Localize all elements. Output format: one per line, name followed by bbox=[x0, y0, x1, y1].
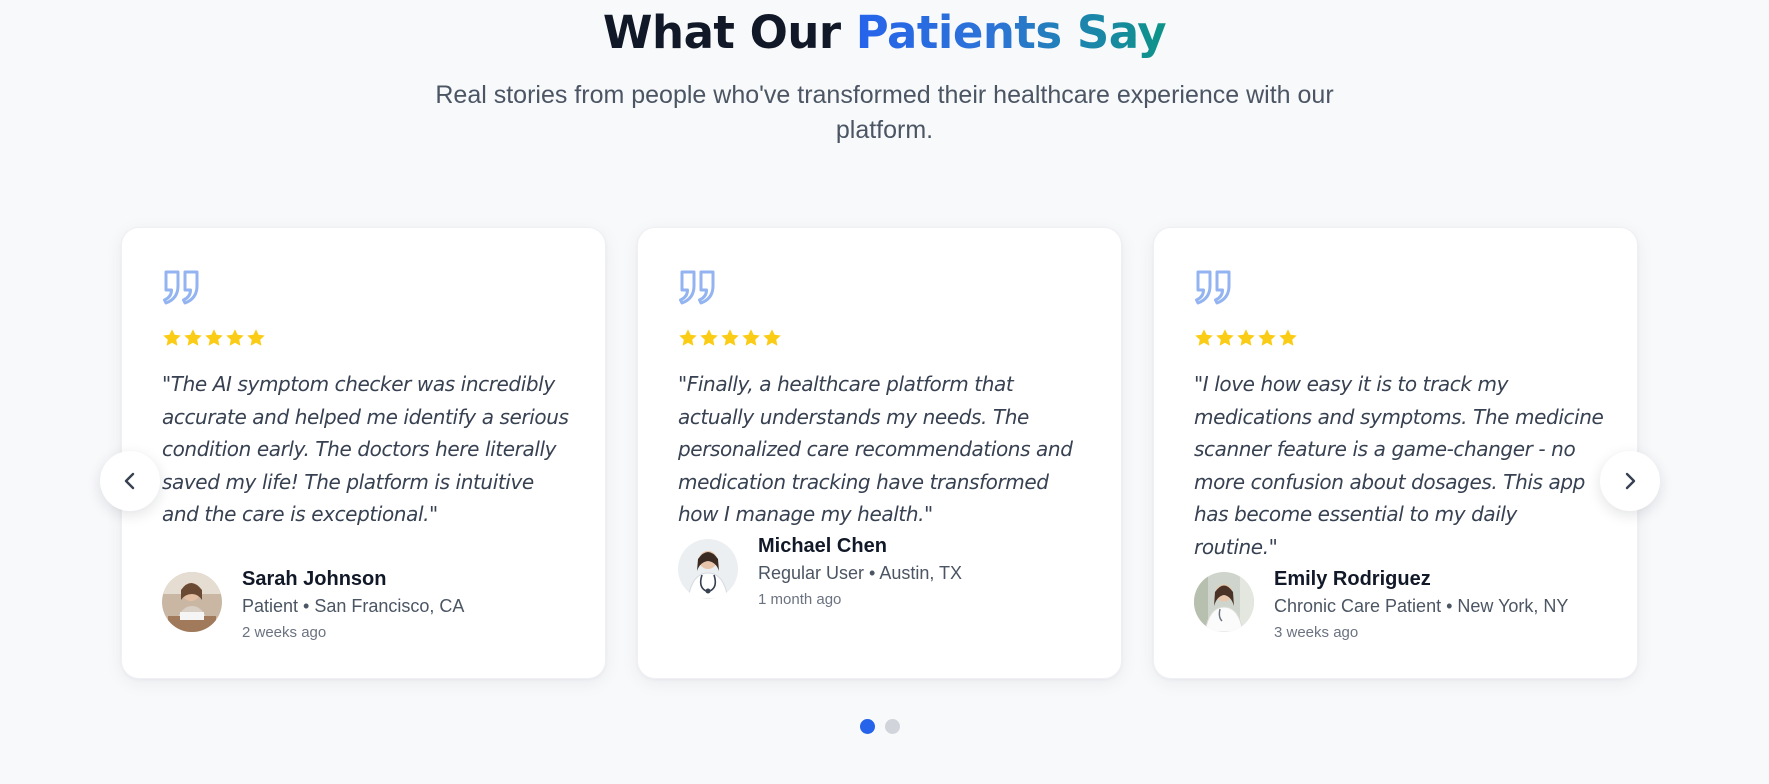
avatar bbox=[162, 572, 222, 632]
testimonial-card: "Finally, a healthcare platform that act… bbox=[637, 227, 1122, 679]
star-icon bbox=[742, 329, 760, 346]
star-icon bbox=[763, 329, 781, 346]
heading-accent: Patients Say bbox=[855, 6, 1167, 59]
star-icon bbox=[205, 329, 223, 346]
star-rating bbox=[162, 328, 266, 348]
testimonial-quote: "I love how easy it is to track my medic… bbox=[1194, 372, 1604, 559]
heading-prefix: What Our bbox=[602, 6, 856, 59]
author-role: Regular User • Austin, TX bbox=[758, 563, 963, 583]
author-time: 1 month ago bbox=[758, 591, 842, 608]
star-icon bbox=[1279, 329, 1297, 346]
carousel-pagination bbox=[860, 719, 900, 734]
testimonial-quote: "Finally, a healthcare platform that act… bbox=[678, 372, 1073, 526]
testimonial-card: "I love how easy it is to track my medic… bbox=[1153, 227, 1638, 679]
star-icon bbox=[700, 329, 718, 346]
author-time: 3 weeks ago bbox=[1274, 624, 1359, 641]
star-icon bbox=[1216, 329, 1234, 346]
author-role: Chronic Care Patient • New York, NY bbox=[1274, 596, 1569, 616]
star-icon bbox=[721, 329, 739, 346]
star-icon bbox=[247, 329, 265, 346]
star-icon bbox=[163, 329, 181, 346]
author-role: Patient • San Francisco, CA bbox=[242, 596, 465, 616]
avatar bbox=[1194, 572, 1254, 632]
author-time: 2 weeks ago bbox=[242, 624, 327, 641]
testimonial-quote: "The AI symptom checker was incredibly a… bbox=[162, 372, 569, 526]
star-icon bbox=[679, 329, 697, 346]
testimonial-card: "The AI symptom checker was incredibly a… bbox=[121, 227, 606, 679]
quote-icon bbox=[1195, 270, 1231, 305]
avatar bbox=[678, 539, 738, 599]
star-rating bbox=[1194, 328, 1298, 348]
star-icon bbox=[1258, 329, 1276, 346]
carousel-prev-button[interactable] bbox=[100, 451, 160, 511]
pagination-dot-2[interactable] bbox=[885, 719, 900, 734]
testimonial-author: Michael Chen Regular User • Austin, TX 1… bbox=[678, 533, 962, 610]
quote-icon bbox=[163, 270, 199, 305]
chevron-right-icon bbox=[1625, 472, 1636, 490]
star-icon bbox=[184, 329, 202, 346]
pagination-dot-1[interactable] bbox=[860, 719, 875, 734]
chevron-left-icon bbox=[124, 472, 135, 490]
section-subtitle: Real stories from people who've transfor… bbox=[435, 81, 1334, 144]
section-heading: What Our Patients Say bbox=[0, 6, 1769, 59]
author-name: Michael Chen bbox=[758, 535, 887, 557]
star-icon bbox=[1237, 329, 1255, 346]
star-icon bbox=[1195, 329, 1213, 346]
author-name: Emily Rodriguez bbox=[1274, 568, 1431, 590]
testimonials-section: What Our Patients Say Real stories from … bbox=[0, 0, 1769, 784]
star-icon bbox=[226, 329, 244, 346]
star-rating bbox=[678, 328, 782, 348]
testimonial-author: Emily Rodriguez Chronic Care Patient • N… bbox=[1194, 566, 1568, 643]
quote-icon bbox=[679, 270, 715, 305]
author-name: Sarah Johnson bbox=[242, 568, 387, 590]
testimonial-author: Sarah Johnson Patient • San Francisco, C… bbox=[162, 566, 464, 643]
carousel-next-button[interactable] bbox=[1600, 451, 1660, 511]
